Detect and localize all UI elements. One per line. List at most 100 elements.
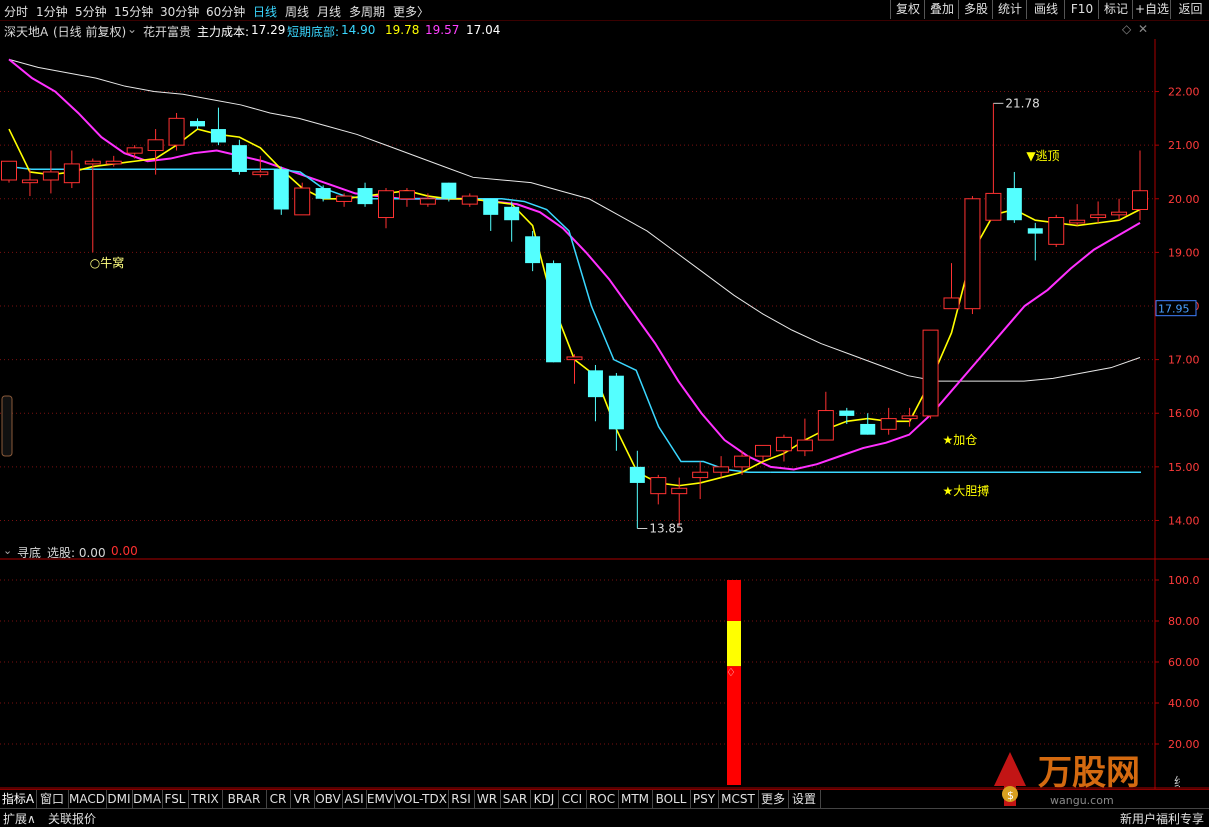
indicator-tab-13[interactable]: EMV <box>366 790 395 808</box>
candle-body-up <box>1 160 17 181</box>
indicator-tab-24[interactable]: MCST <box>718 790 759 808</box>
indicator-tab-26[interactable]: 设置 <box>788 790 821 808</box>
price-tick-label: 21.00 <box>1168 139 1200 152</box>
candle-body-down <box>629 466 645 483</box>
indicator-tab-10[interactable]: VR <box>290 790 315 808</box>
indicator-tab-21[interactable]: MTM <box>618 790 653 808</box>
candle-body-down <box>231 145 247 172</box>
sub-tick-label: 100.0 <box>1168 574 1200 587</box>
indicator-tab-12[interactable]: ASI <box>342 790 367 808</box>
sub-chevron-down-icon[interactable]: ⌄ <box>3 544 12 557</box>
indicator-tab-6[interactable]: FSL <box>162 790 189 808</box>
candle-body-up <box>1069 219 1086 224</box>
candle-body-up <box>63 163 80 184</box>
candle-body-down <box>608 375 624 430</box>
candle-body-up <box>84 160 101 165</box>
candle-body-down <box>190 121 205 127</box>
indicator-tab-14[interactable]: VOL-TDX <box>394 790 449 808</box>
candle-body-down <box>357 188 373 205</box>
indicator-tab-19[interactable]: CCI <box>558 790 587 808</box>
candle-body-up <box>713 466 730 473</box>
candle-body-down <box>483 198 499 215</box>
chart-annotation: ★加仓 <box>943 433 978 447</box>
signal-bar-segment <box>727 580 741 621</box>
svg-text:万股网: 万股网 <box>1038 753 1140 793</box>
candle-body-down <box>315 188 331 199</box>
candle-body-down <box>546 263 562 363</box>
candle-body-up <box>901 415 918 420</box>
indicator-tab-15[interactable]: RSI <box>448 790 475 808</box>
candle-body-up <box>880 418 897 430</box>
sub-indicator-value: 0.00 <box>111 544 138 558</box>
candle-body-up <box>755 444 771 457</box>
candle-body-up <box>42 171 59 181</box>
candle-body-down <box>210 129 226 143</box>
price-tick-label: 20.00 <box>1168 193 1200 206</box>
candle-body-up <box>964 198 981 310</box>
signal-bar-segment <box>727 666 741 785</box>
candle-body-up <box>168 117 185 146</box>
candle-body-down <box>504 206 520 221</box>
candle-body-up <box>461 195 478 205</box>
candle-body-up <box>294 187 311 216</box>
candle-body-up <box>147 139 164 152</box>
svg-text:线: 线 <box>1174 775 1180 789</box>
indicator-tab-8[interactable]: BRAR <box>222 790 267 808</box>
price-tick-label: 14.00 <box>1168 514 1200 527</box>
indicator-tab-2[interactable]: 窗口 <box>36 790 69 808</box>
indicator-tab-17[interactable]: SAR <box>500 790 531 808</box>
indicator-tab-20[interactable]: ROC <box>586 790 619 808</box>
signal-bar-segment <box>727 621 741 667</box>
sub-indicator-name: 寻底 <box>17 546 42 560</box>
candle-body-up <box>252 171 269 176</box>
indicator-tab-11[interactable]: OBV <box>314 790 343 808</box>
sub-tick-label: 80.00 <box>1168 615 1200 628</box>
candle-body-up <box>650 477 667 495</box>
candle-body-up <box>817 410 834 441</box>
candle-body-up <box>985 192 1002 221</box>
related-quotes-button[interactable]: 关联报价 <box>48 810 96 827</box>
expand-button[interactable]: 扩展∧ <box>3 810 36 827</box>
indicator-tab-1[interactable]: 指标A <box>0 790 37 808</box>
candle-body-down <box>587 370 603 398</box>
candle-body-up <box>1132 190 1148 210</box>
candle-body-up <box>419 198 436 205</box>
indicator-tab-18[interactable]: KDJ <box>530 790 559 808</box>
current-price-label: 17.95 <box>1158 303 1190 316</box>
svg-text:$: $ <box>1007 789 1014 802</box>
candle-body-up <box>378 190 394 219</box>
price-tick-label: 19.00 <box>1168 246 1200 259</box>
new-user-promo[interactable]: 新用户福利专享 <box>1120 810 1204 827</box>
indicator-tab-22[interactable]: BOLL <box>652 790 691 808</box>
diamond-marker-icon: ♢ <box>726 666 736 679</box>
indicator-tab-23[interactable]: PSY <box>690 790 719 808</box>
sub-tick-label: 40.00 <box>1168 697 1200 710</box>
candle-body-up <box>566 356 583 361</box>
kline-chart[interactable]: ○牛窝 21.78 13.85 ▼逃顶 ★加仓 ★大胆搏 22.00 21.00 20.00 1… <box>0 0 1209 825</box>
candle-body-up <box>943 297 960 310</box>
candle-body-down <box>525 236 541 264</box>
candle-body-down <box>839 410 855 416</box>
chart-annotation: ▼逃顶 <box>1026 149 1059 163</box>
sub-tick-label: 60.00 <box>1168 656 1200 669</box>
indicator-tab-4[interactable]: DMI <box>106 790 133 808</box>
candle-body-down <box>860 423 876 435</box>
candle-body-up <box>336 195 353 202</box>
candle-body-up <box>398 190 415 200</box>
indicator-tab-7[interactable]: TRIX <box>188 790 223 808</box>
candle-body-down <box>273 169 289 210</box>
indicator-tab-25[interactable]: 更多 <box>758 790 789 808</box>
candle-body-up <box>775 436 792 452</box>
candle-body-up <box>796 439 813 452</box>
price-tick-label: 16.00 <box>1168 407 1200 420</box>
candle-body-up <box>734 455 751 468</box>
indicator-tab-3[interactable]: MACD <box>68 790 107 808</box>
scroll-handle[interactable] <box>1 395 13 457</box>
price-tick-label: 15.00 <box>1168 461 1200 474</box>
candle-body-up <box>105 160 122 165</box>
indicator-tab-9[interactable]: CR <box>266 790 291 808</box>
indicator-tab-16[interactable]: WR <box>474 790 501 808</box>
chart-annotation: 21.78 <box>1005 96 1039 110</box>
wangu-logo-watermark: $ 万股网 wangu.com 线 <box>990 746 1186 812</box>
indicator-tab-5[interactable]: DMA <box>132 790 163 808</box>
